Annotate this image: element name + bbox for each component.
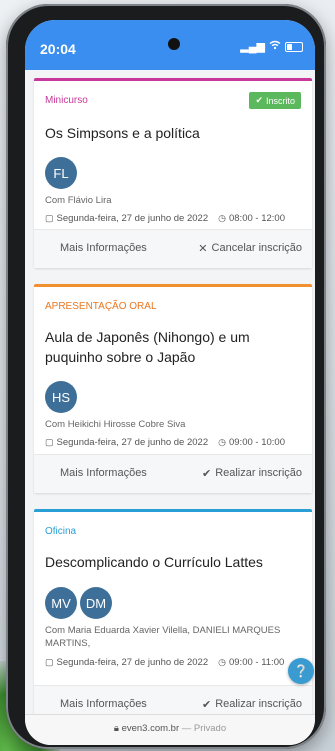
avatar[interactable]: HS: [45, 381, 77, 413]
enrolled-badge-label: Inscrito: [265, 95, 295, 106]
card-actions: Mais Informações ✔ Realizar inscrição: [34, 454, 312, 493]
card-actions: Mais Informações ✕ Cancelar inscrição: [34, 229, 312, 268]
url-separator: —: [181, 723, 192, 734]
speaker-names: Com Maria Eduarda Xavier Vilella, DANIEL…: [45, 625, 281, 649]
enroll-button[interactable]: ✔ Realizar inscrição: [202, 467, 302, 480]
check-icon: ✔: [201, 468, 212, 480]
phone-screen: 20:04 ▂▄▆ Minicurso ✔ Inscrito Os Simpso…: [25, 20, 315, 745]
phone-frame: 20:04 ▂▄▆ Minicurso ✔ Inscrito Os Simpso…: [6, 4, 326, 749]
event-type: Oficina: [45, 526, 77, 537]
event-title[interactable]: Descomplicando o Currículo Lattes: [45, 552, 295, 572]
event-schedule: ▢ Segunda-feira, 27 de junho de 2022 ◷ 09:…: [45, 437, 285, 448]
avatar[interactable]: MV: [45, 587, 77, 619]
avatar[interactable]: DM: [80, 587, 112, 619]
event-card: APRESENTAÇÃO ORAL Aula de Japonês (Nihon…: [34, 284, 312, 493]
event-time: 09:00 - 11:00: [228, 657, 285, 668]
chat-button[interactable]: ❔: [288, 658, 314, 684]
cancel-enrollment-label: Cancelar inscrição: [211, 242, 302, 254]
speaker-names: Com Flávio Lira: [45, 195, 112, 206]
more-info-link[interactable]: Mais Informações: [60, 698, 147, 710]
more-info-link[interactable]: Mais Informações: [60, 242, 147, 254]
event-date: Segunda-feira, 27 de junho de 2022: [56, 657, 209, 668]
clock-icon: ◷: [218, 213, 226, 223]
event-time: 08:00 - 12:00: [228, 213, 285, 224]
clock-icon: ◷: [218, 437, 226, 447]
event-date: Segunda-feira, 27 de junho de 2022: [56, 213, 209, 224]
enroll-button[interactable]: ✔ Realizar inscrição: [202, 698, 302, 711]
check-icon: ✔: [201, 699, 212, 711]
calendar-icon: ▢: [45, 437, 54, 447]
event-title[interactable]: Os Simpsons e a política: [45, 123, 295, 143]
status-bar: 20:04 ▂▄▆: [25, 20, 315, 70]
chat-icon: ❔: [293, 664, 309, 678]
event-card: Oficina Descomplicando o Currículo Latte…: [34, 509, 312, 724]
event-type: Minicurso: [45, 95, 88, 106]
browser-url-bar[interactable]: 🔒︎ even3.com.br — Privado: [25, 714, 315, 745]
clock-icon: ◷: [218, 657, 226, 667]
event-type: APRESENTAÇÃO ORAL: [45, 301, 157, 312]
enroll-label: Realizar inscrição: [215, 467, 302, 479]
enroll-label: Realizar inscrição: [215, 698, 302, 710]
status-time: 20:04: [40, 41, 76, 57]
speaker-avatars: MV DM: [45, 587, 112, 619]
calendar-icon: ▢: [45, 657, 54, 667]
battery-icon: [285, 41, 303, 52]
speaker-avatars: HS: [45, 381, 77, 413]
wifi-icon: [269, 40, 281, 53]
speaker-names: Com Heikichi Hirosse Cobre Siva: [45, 419, 186, 430]
calendar-icon: ▢: [45, 213, 54, 223]
event-title[interactable]: Aula de Japonês (Nihongo) e um puquinho …: [45, 327, 295, 367]
signal-icon: ▂▄▆: [240, 41, 265, 53]
url-text: even3.com.br: [121, 723, 180, 734]
event-card: Minicurso ✔ Inscrito Os Simpsons e a pol…: [34, 78, 312, 268]
event-schedule: ▢ Segunda-feira, 27 de junho de 2022 ◷ 09:…: [45, 657, 284, 668]
event-date: Segunda-feira, 27 de junho de 2022: [56, 437, 209, 448]
front-camera: [168, 38, 180, 50]
cancel-enrollment-button[interactable]: ✕ Cancelar inscrição: [198, 242, 302, 255]
speaker-avatars: FL: [45, 157, 77, 189]
status-icons: ▂▄▆: [240, 40, 303, 53]
event-schedule: ▢ Segunda-feira, 27 de junho de 2022 ◷ 08:…: [45, 213, 285, 224]
event-time: 09:00 - 10:00: [228, 437, 285, 448]
more-info-link[interactable]: Mais Informações: [60, 467, 147, 479]
enrolled-badge: ✔ Inscrito: [249, 92, 301, 109]
close-icon: ✕: [198, 243, 208, 255]
lock-icon: 🔒︎: [113, 723, 119, 734]
check-icon: ✔: [255, 95, 263, 105]
avatar[interactable]: FL: [45, 157, 77, 189]
private-mode-label: Privado: [193, 723, 227, 734]
